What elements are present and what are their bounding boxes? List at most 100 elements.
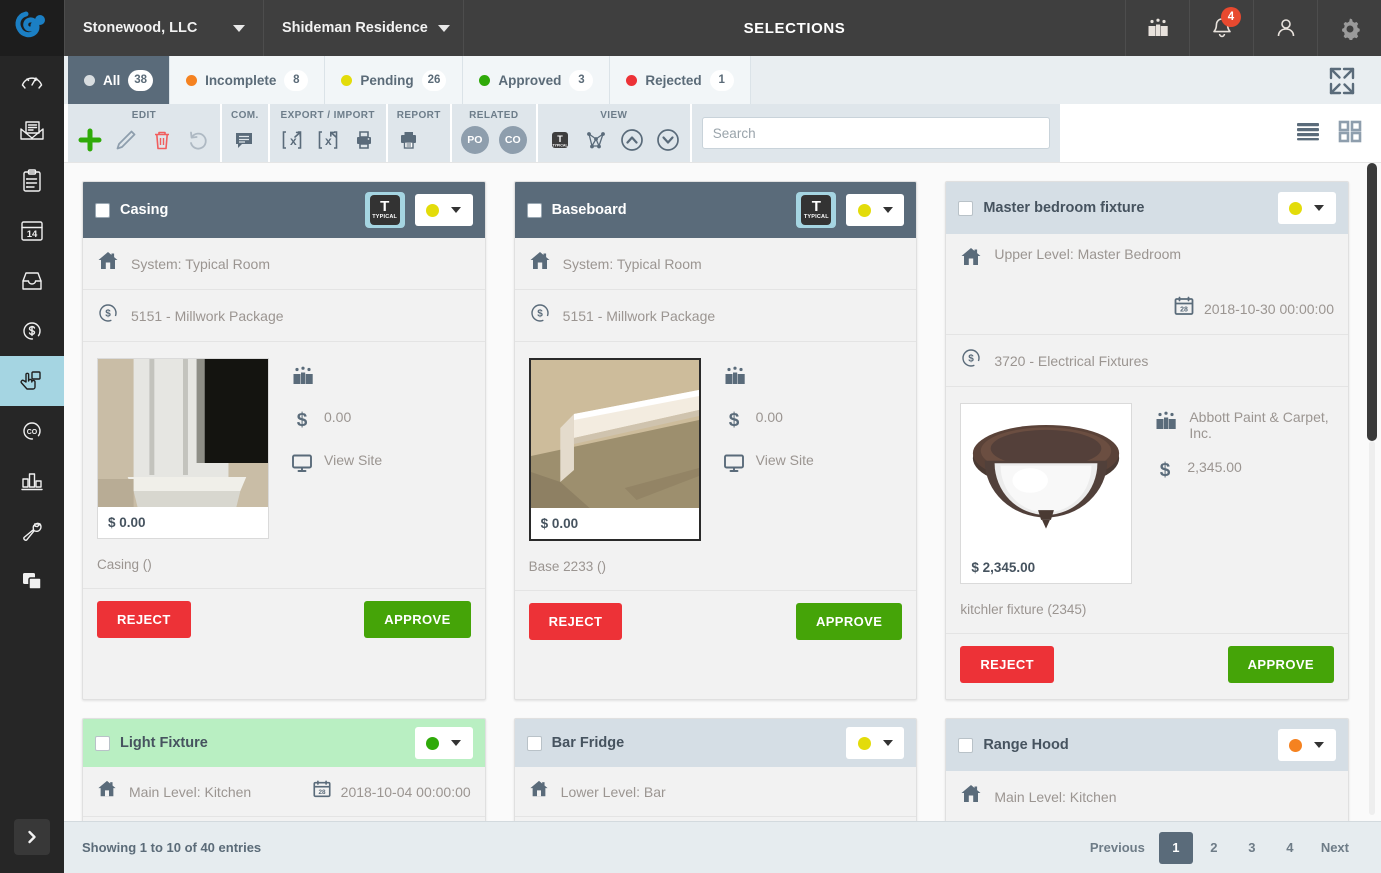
- card-thumbnail-wrap[interactable]: $ 2,345.00: [960, 403, 1133, 584]
- sidebar-item-change-orders[interactable]: CO: [0, 406, 64, 456]
- status-dropdown[interactable]: [846, 727, 905, 759]
- expand-sidebar-button[interactable]: [14, 819, 50, 855]
- left-nav-rail: 14 CO: [0, 0, 64, 873]
- selection-card-light-fixture[interactable]: Light Fixture Main Level: Kitchen 28 201…: [82, 718, 486, 824]
- sidebar-item-documents[interactable]: [0, 556, 64, 606]
- status-dropdown[interactable]: [1277, 729, 1336, 761]
- print-report-button[interactable]: [397, 126, 423, 154]
- sidebar-item-reports[interactable]: [0, 456, 64, 506]
- notification-count-badge: 4: [1221, 7, 1241, 27]
- scrollbar-thumb[interactable]: [1367, 163, 1377, 441]
- pagination-page-4[interactable]: 4: [1273, 832, 1307, 864]
- list-view-button[interactable]: [1295, 120, 1321, 147]
- selection-card-master-bedroom-fixture[interactable]: Master bedroom fixture Upper Level: Mast…: [945, 181, 1349, 700]
- pagination-previous[interactable]: Previous: [1080, 832, 1155, 864]
- selection-card-range-hood[interactable]: Range Hood Main Level: Kitchen: [945, 718, 1349, 824]
- approve-button[interactable]: APPROVE: [364, 601, 471, 638]
- vertical-scrollbar[interactable]: [1367, 163, 1377, 821]
- typical-badge-button[interactable]: T TYPICAL: [796, 192, 837, 228]
- settings-button[interactable]: [1317, 0, 1381, 56]
- sidebar-item-budget[interactable]: [0, 306, 64, 356]
- sidebar-item-dashboard[interactable]: [0, 56, 64, 106]
- fullscreen-toggle-button[interactable]: [1325, 64, 1359, 103]
- project-selector[interactable]: Shideman Residence: [264, 0, 464, 56]
- card-title: Light Fixture: [120, 735, 208, 751]
- tab-incomplete[interactable]: Incomplete 8: [170, 56, 326, 104]
- comment-button[interactable]: [231, 126, 257, 154]
- undo-button[interactable]: [185, 126, 211, 154]
- hierarchy-view-button[interactable]: [583, 126, 609, 154]
- grid-view-button[interactable]: [1337, 119, 1363, 148]
- card-view-site-link[interactable]: View Site: [291, 452, 382, 477]
- import-excel-button[interactable]: x: [315, 126, 341, 154]
- settings-gear-icon: [1341, 18, 1360, 40]
- tab-rejected-count: 1: [709, 69, 734, 91]
- po-label: PO: [467, 134, 483, 146]
- status-dropdown[interactable]: [414, 727, 473, 759]
- sidebar-item-calendar[interactable]: 14: [0, 206, 64, 256]
- status-dropdown[interactable]: [846, 194, 905, 226]
- reject-button[interactable]: REJECT: [960, 646, 1055, 683]
- pagination-page-1[interactable]: 1: [1158, 831, 1193, 864]
- sidebar-item-files[interactable]: [0, 256, 64, 306]
- status-dropdown[interactable]: [1277, 192, 1336, 224]
- selection-card-bar-fridge[interactable]: Bar Fridge Lower Level: Bar: [513, 718, 918, 824]
- card-thumbnail-wrap[interactable]: $ 0.00: [97, 358, 269, 539]
- reject-button[interactable]: REJECT: [528, 603, 623, 640]
- svg-text:28: 28: [1180, 307, 1188, 314]
- add-button[interactable]: [77, 126, 103, 154]
- typical-view-button[interactable]: T TYPICAL: [547, 126, 573, 154]
- card-location: Upper Level: Master Bedroom: [994, 246, 1182, 262]
- card-body: $ 0.00 $ 0.00 View Site: [83, 342, 485, 545]
- reject-button[interactable]: REJECT: [97, 601, 191, 638]
- vendors-button[interactable]: [1125, 0, 1189, 56]
- edit-pencil-button[interactable]: [113, 126, 139, 154]
- print-label-button[interactable]: [351, 126, 377, 154]
- approve-button[interactable]: APPROVE: [1227, 646, 1334, 683]
- purchase-order-button[interactable]: PO: [460, 126, 489, 154]
- sidebar-item-tools[interactable]: [0, 506, 64, 556]
- pagination-page-2[interactable]: 2: [1197, 832, 1231, 864]
- card-select-checkbox[interactable]: [95, 202, 110, 218]
- selection-card-baseboard[interactable]: Baseboard T TYPICAL System: Typical Room…: [513, 181, 918, 700]
- card-meta: Abbott Paint & Carpet, Inc. $ 2,345.00: [1154, 403, 1334, 584]
- card-select-checkbox[interactable]: [526, 735, 542, 751]
- sidebar-item-tasks[interactable]: [0, 156, 64, 206]
- sidebar-item-selections[interactable]: [0, 356, 64, 406]
- tab-pending[interactable]: Pending 26: [325, 56, 464, 104]
- change-order-button[interactable]: CO: [498, 126, 527, 154]
- status-dot-approved: [479, 74, 491, 86]
- app-logo[interactable]: [0, 0, 64, 56]
- status-dot: [1289, 738, 1303, 752]
- card-select-checkbox[interactable]: [95, 735, 110, 751]
- collapse-all-button[interactable]: [619, 126, 645, 154]
- search-input[interactable]: [701, 117, 1050, 149]
- status-dot: [426, 203, 440, 217]
- company-selector[interactable]: Stonewood, LLC: [64, 0, 264, 56]
- export-excel-button[interactable]: x: [279, 126, 305, 154]
- card-date-row: 28 2018-10-04 00:00:00: [312, 779, 471, 804]
- selection-card-casing[interactable]: Casing T TYPICAL System: Typical Room $ …: [82, 181, 486, 700]
- delete-trash-button[interactable]: [149, 126, 175, 154]
- pagination-next[interactable]: Next: [1311, 832, 1359, 864]
- expand-all-button[interactable]: [655, 126, 681, 154]
- svg-text:$: $: [728, 410, 739, 431]
- card-select-checkbox[interactable]: [526, 202, 542, 218]
- typical-badge-button[interactable]: T TYPICAL: [364, 192, 405, 228]
- card-view-site-link[interactable]: View Site: [723, 452, 814, 477]
- approve-button[interactable]: APPROVE: [795, 603, 903, 640]
- card-select-checkbox[interactable]: [958, 737, 974, 753]
- card-thumbnail-wrap[interactable]: $ 0.00: [528, 358, 701, 541]
- sidebar-item-mail[interactable]: [0, 106, 64, 156]
- tab-approved[interactable]: Approved 3: [463, 56, 611, 104]
- pagination-page-3[interactable]: 3: [1235, 832, 1269, 864]
- product-image-baseboard: [530, 360, 699, 508]
- status-dropdown[interactable]: [414, 194, 473, 226]
- tab-all[interactable]: All 38: [68, 56, 171, 104]
- notifications-button[interactable]: 4: [1189, 0, 1253, 56]
- trash-icon: [155, 131, 169, 150]
- profile-button[interactable]: [1253, 0, 1317, 56]
- tab-rejected[interactable]: Rejected 1: [610, 56, 751, 104]
- card-select-checkbox[interactable]: [958, 200, 974, 216]
- status-dot-all: [84, 74, 95, 86]
